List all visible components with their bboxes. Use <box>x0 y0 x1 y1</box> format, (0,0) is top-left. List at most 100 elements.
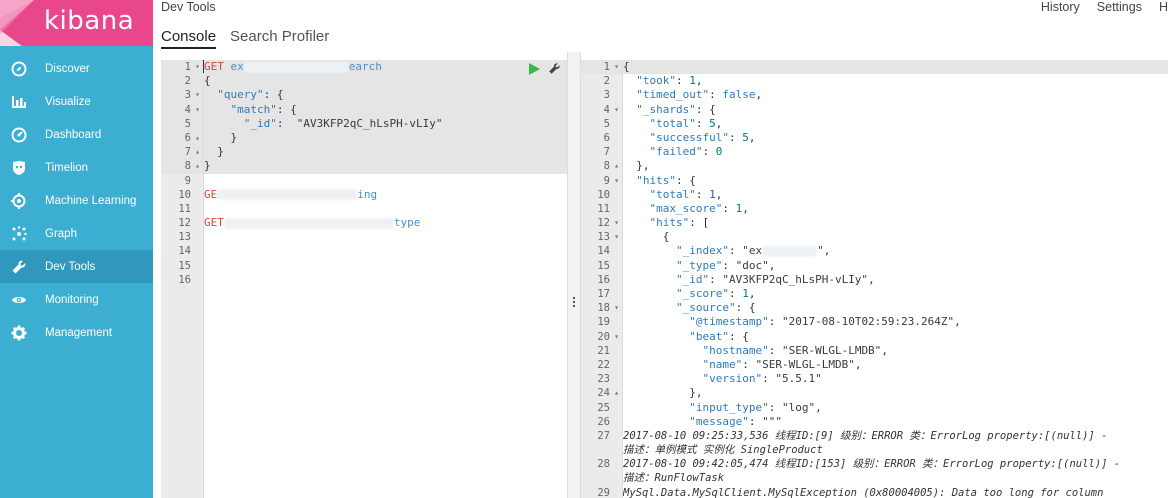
code-line: "version": "5.5.1" <box>702 372 822 386</box>
code-line: "_source": { <box>675 301 756 315</box>
resize-grip-icon <box>573 297 576 309</box>
fold-icon[interactable]: ▾ <box>195 88 200 102</box>
line-number: 3 <box>184 89 191 102</box>
header: Dev Tools History Settings H Console Sea… <box>153 0 1168 52</box>
sidebar-item-management[interactable]: Management <box>0 316 153 349</box>
response-viewer[interactable]: 1 ▾ 2 3 4 ▾ 5 6 7 8 ▴ 9 ▾ 10 11 12 ▾ 13 ▾ 14 1… <box>581 60 1168 498</box>
sidebar-item-machine-learning[interactable]: Machine Learning <box>0 184 153 217</box>
graph-icon <box>10 225 28 243</box>
response-code[interactable]: { "took": 1, "timed_out": false, "_shard… <box>623 60 1168 498</box>
code-line: GE ing <box>204 187 378 201</box>
code-line: "match": { <box>204 102 567 117</box>
play-icon[interactable] <box>528 62 540 75</box>
fold-icon[interactable]: ▾ <box>614 103 619 117</box>
fold-icon[interactable]: ▴ <box>195 145 200 159</box>
code-line: "_index": "ex ", <box>675 244 831 258</box>
code-line: "_shards": { <box>636 102 716 116</box>
code-line: } <box>204 130 567 146</box>
kibana-logo-mark-icon <box>0 0 34 46</box>
log-line: MySql.Data.MySqlClient.MySqlException (0… <box>623 486 1104 498</box>
line-number: 14 <box>597 245 610 258</box>
fold-icon[interactable]: ▴ <box>614 159 619 173</box>
sidebar-item-label: Discover <box>45 62 90 75</box>
line-number: 10 <box>597 188 610 201</box>
request-actions <box>528 62 561 75</box>
code-line: "took": 1, <box>636 74 703 88</box>
line-number: 5 <box>603 117 610 130</box>
fold-icon[interactable]: ▾ <box>614 330 619 344</box>
wrench-icon[interactable] <box>548 62 561 75</box>
line-number: 13 <box>178 231 191 244</box>
gear-icon <box>10 324 28 342</box>
code-line: { <box>623 230 670 244</box>
kibana-logo[interactable]: kibana <box>0 0 153 46</box>
sidebar-item-visualize[interactable]: Visualize <box>0 85 153 118</box>
request-gutter: 1 ▾ 2 3 ▾ 4 ▾ 5 6 ▴ 7 ▴ 8 ▴ 9 10 11 12 13 14 1… <box>161 60 204 498</box>
sidebar-item-monitoring[interactable]: Monitoring <box>0 283 153 316</box>
code-line: "_score": 1, <box>675 287 756 300</box>
fold-icon[interactable]: ▾ <box>614 60 619 74</box>
fold-icon[interactable]: ▴ <box>195 159 200 173</box>
redacted-region <box>762 245 818 257</box>
line-number: 16 <box>597 273 610 286</box>
code-line: "query": { <box>204 88 567 103</box>
help-link[interactable]: H <box>1159 0 1168 14</box>
tab-search-profiler[interactable]: Search Profiler <box>230 28 329 49</box>
sidebar-item-label: Graph <box>45 227 77 240</box>
log-line: 2017-08-10 09:25:33,536 线程ID:[9] 级别：ERRO… <box>623 429 1108 442</box>
sidebar-item-label: Management <box>45 326 113 339</box>
fold-icon[interactable]: ▴ <box>195 131 200 145</box>
fold-icon[interactable]: ▾ <box>195 103 200 117</box>
code-line: "total": 5, <box>649 116 723 130</box>
line-number: 11 <box>178 202 191 215</box>
request-editor[interactable]: 1 ▾ 2 3 ▾ 4 ▾ 5 6 ▴ 7 ▴ 8 ▴ 9 10 11 12 13 14 1… <box>161 60 567 498</box>
log-line: 2017-08-10 09:42:05,474 线程ID:[153] 级别：ER… <box>623 458 1121 471</box>
line-number: 15 <box>178 259 191 272</box>
fold-icon[interactable]: ▾ <box>195 60 200 74</box>
line-number: 2 <box>603 75 610 88</box>
sidebar-item-timelion[interactable]: Timelion <box>0 151 153 184</box>
line-number: 21 <box>597 344 610 357</box>
line-number: 23 <box>597 373 610 386</box>
tab-console[interactable]: Console <box>161 28 217 49</box>
line-number: 6 <box>184 131 191 144</box>
page-title: Dev Tools <box>161 0 216 14</box>
fold-icon[interactable]: ▾ <box>614 216 619 230</box>
bar-chart-icon <box>10 93 28 111</box>
brand-name: kibana <box>44 6 135 36</box>
pane-resizer[interactable] <box>567 52 581 498</box>
fold-icon[interactable]: ▴ <box>614 386 619 400</box>
fold-icon[interactable]: ▾ <box>614 230 619 244</box>
wrench-icon <box>10 258 28 276</box>
line-number: 11 <box>597 202 610 215</box>
fold-icon[interactable]: ▾ <box>614 301 619 315</box>
line-number: 9 <box>184 174 191 187</box>
line-number: 26 <box>597 415 610 428</box>
sidebar-item-discover[interactable]: Discover <box>0 52 153 85</box>
request-code[interactable]: GET ex earch { "query": { "match": { "_id… <box>203 60 567 498</box>
sidebar-item-graph[interactable]: Graph <box>0 217 153 250</box>
code-line: "successful": 5, <box>649 130 756 144</box>
settings-link[interactable]: Settings <box>1097 0 1142 14</box>
shield-icon <box>10 159 28 177</box>
line-number: 29 <box>597 486 610 498</box>
fold-icon[interactable]: ▾ <box>614 174 619 188</box>
line-number: 27 <box>597 429 610 442</box>
code-line: "_id": "AV3KFP2qC_hLsPH-vLIy", <box>675 272 875 286</box>
code-line: GET type <box>204 216 421 230</box>
line-number: 4 <box>184 103 191 116</box>
sidebar-nav: Discover Visualize Dashboard Timelion Ma… <box>0 52 153 349</box>
code-line: "name": "SER-WLGL-LMDB", <box>702 357 862 371</box>
history-link[interactable]: History <box>1041 0 1080 14</box>
sidebar-item-dev-tools[interactable]: Dev Tools <box>0 250 153 283</box>
code-line: "_id": "AV3KFP2qC_hLsPH-vLIy" <box>204 116 567 131</box>
sidebar-item-dashboard[interactable]: Dashboard <box>0 118 153 151</box>
line-number: 22 <box>597 358 610 371</box>
sidebar-item-label: Dev Tools <box>45 260 96 273</box>
sidebar-item-label: Monitoring <box>45 293 99 306</box>
line-number: 24 <box>597 387 610 400</box>
line-number: 9 <box>603 174 610 187</box>
